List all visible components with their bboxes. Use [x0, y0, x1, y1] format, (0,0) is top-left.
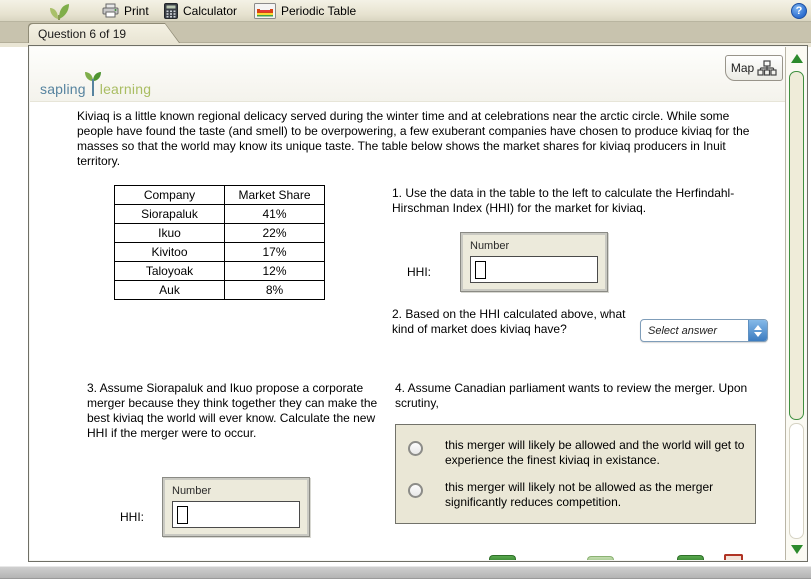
radio-button[interactable]: [408, 441, 423, 456]
vertical-scrollbar: [785, 47, 806, 560]
q3-number-widget: Number: [162, 477, 310, 537]
radio-button[interactable]: [408, 483, 423, 498]
q2-answer-dropdown[interactable]: Select answer: [640, 319, 768, 342]
q4-option-2-label: this merger will likely not be allowed a…: [445, 480, 714, 509]
cell-share: 41%: [224, 204, 325, 224]
q3-hhi-input[interactable]: [172, 501, 300, 528]
scroll-down-button[interactable]: [788, 541, 805, 557]
cut-off-button[interactable]: [587, 556, 614, 560]
print-button[interactable]: Print: [96, 1, 155, 21]
print-label: Print: [124, 3, 149, 18]
sapling-tree-icon: [84, 71, 101, 97]
printer-icon: [102, 3, 119, 18]
q4-option-2[interactable]: this merger will likely not be allowed a…: [408, 480, 745, 510]
q4-option-1-label: this merger will likely be allowed and t…: [445, 438, 745, 467]
text-cursor: [177, 505, 188, 524]
arrow-down-icon: [790, 544, 803, 554]
scrollbar-track[interactable]: [789, 423, 804, 539]
cut-off-button[interactable]: [489, 555, 516, 560]
cell-company: Ikuo: [114, 223, 225, 243]
table-row: Ikuo 22%: [114, 223, 325, 243]
calculator-label: Calculator: [183, 3, 238, 18]
col-header-share: Market Share: [224, 185, 325, 205]
question-panel: sapling learning Map Kiviaq is a little …: [28, 45, 808, 562]
cell-company: Taloyoak: [114, 261, 225, 281]
logo-word-sapling: sapling: [40, 81, 86, 97]
periodic-table-button[interactable]: Periodic Table: [248, 1, 362, 21]
intro-paragraph: Kiviaq is a little known regional delica…: [77, 109, 750, 168]
cell-share: 8%: [224, 280, 325, 300]
sitemap-icon: [757, 60, 777, 76]
scrollbar-thumb[interactable]: [789, 71, 804, 420]
market-share-table: Company Market Share Siorapaluk 41% Ikuo…: [114, 185, 325, 300]
table-row: Siorapaluk 41%: [114, 204, 325, 224]
arrow-up-icon: [790, 53, 803, 63]
q4-options-box: this merger will likely be allowed and t…: [395, 424, 756, 524]
periodic-table-label: Periodic Table: [281, 3, 357, 18]
q3-input-type-label: Number: [172, 485, 212, 497]
cell-company: Auk: [114, 280, 225, 300]
tab-label: Question 6 of 19: [38, 26, 127, 41]
tab-bar: Question 6 of 19: [0, 22, 811, 43]
sapling-leaf-icon: [48, 1, 72, 21]
q1-hhi-label: HHI:: [407, 265, 431, 279]
cell-company: Siorapaluk: [114, 204, 225, 224]
periodic-table-icon: [254, 2, 276, 19]
cut-off-button[interactable]: [724, 554, 743, 560]
q1-number-widget: Number: [460, 232, 608, 292]
cut-off-button[interactable]: [677, 555, 704, 560]
table-row: Auk 8%: [114, 280, 325, 300]
dropdown-stepper-icon[interactable]: [748, 320, 767, 341]
banner: sapling learning Map: [30, 47, 786, 102]
table-row: Kivitoo 17%: [114, 242, 325, 262]
text-cursor: [475, 260, 486, 279]
q1-hhi-input[interactable]: [470, 256, 598, 283]
question-1-text: 1. Use the data in the table to the left…: [392, 186, 735, 215]
help-glyph: ?: [795, 5, 803, 17]
q1-input-type-label: Number: [470, 240, 510, 252]
question-2-block: 2. Based on the HHI calculated above, wh…: [392, 307, 782, 342]
calculator-button[interactable]: Calculator: [158, 1, 243, 21]
question-4-text: 4. Assume Canadian parliament wants to r…: [395, 381, 748, 410]
chevron-up-icon: [754, 324, 762, 330]
cell-share: 22%: [224, 223, 325, 243]
scroll-up-button[interactable]: [788, 50, 805, 66]
bottom-scroll-bar[interactable]: [0, 566, 811, 579]
question-2-text: 2. Based on the HHI calculated above, wh…: [392, 307, 626, 336]
cell-share: 17%: [224, 242, 325, 262]
question-3-text: 3. Assume Siorapaluk and Ikuo propose a …: [87, 381, 378, 440]
cell-company: Kivitoo: [114, 242, 225, 262]
tab-question[interactable]: Question 6 of 19: [28, 23, 180, 43]
sapling-learning-logo: sapling learning: [40, 71, 151, 97]
q4-option-1[interactable]: this merger will likely be allowed and t…: [408, 438, 745, 468]
table-header-row: Company Market Share: [114, 185, 325, 205]
help-icon[interactable]: ?: [791, 3, 807, 19]
dropdown-value: Select answer: [648, 324, 718, 337]
table-row: Taloyoak 12%: [114, 261, 325, 281]
q3-hhi-label: HHI:: [120, 510, 144, 524]
calculator-icon: [164, 2, 178, 19]
map-button-label: Map: [730, 61, 755, 75]
col-header-company: Company: [114, 185, 225, 205]
question-content: sapling learning Map Kiviaq is a little …: [30, 47, 786, 560]
chevron-down-icon: [754, 331, 762, 337]
cell-share: 12%: [224, 261, 325, 281]
map-button[interactable]: Map: [725, 55, 783, 81]
top-toolbar: Print Calculator Periodic Table ?: [0, 0, 811, 22]
logo-word-learning: learning: [99, 81, 152, 97]
